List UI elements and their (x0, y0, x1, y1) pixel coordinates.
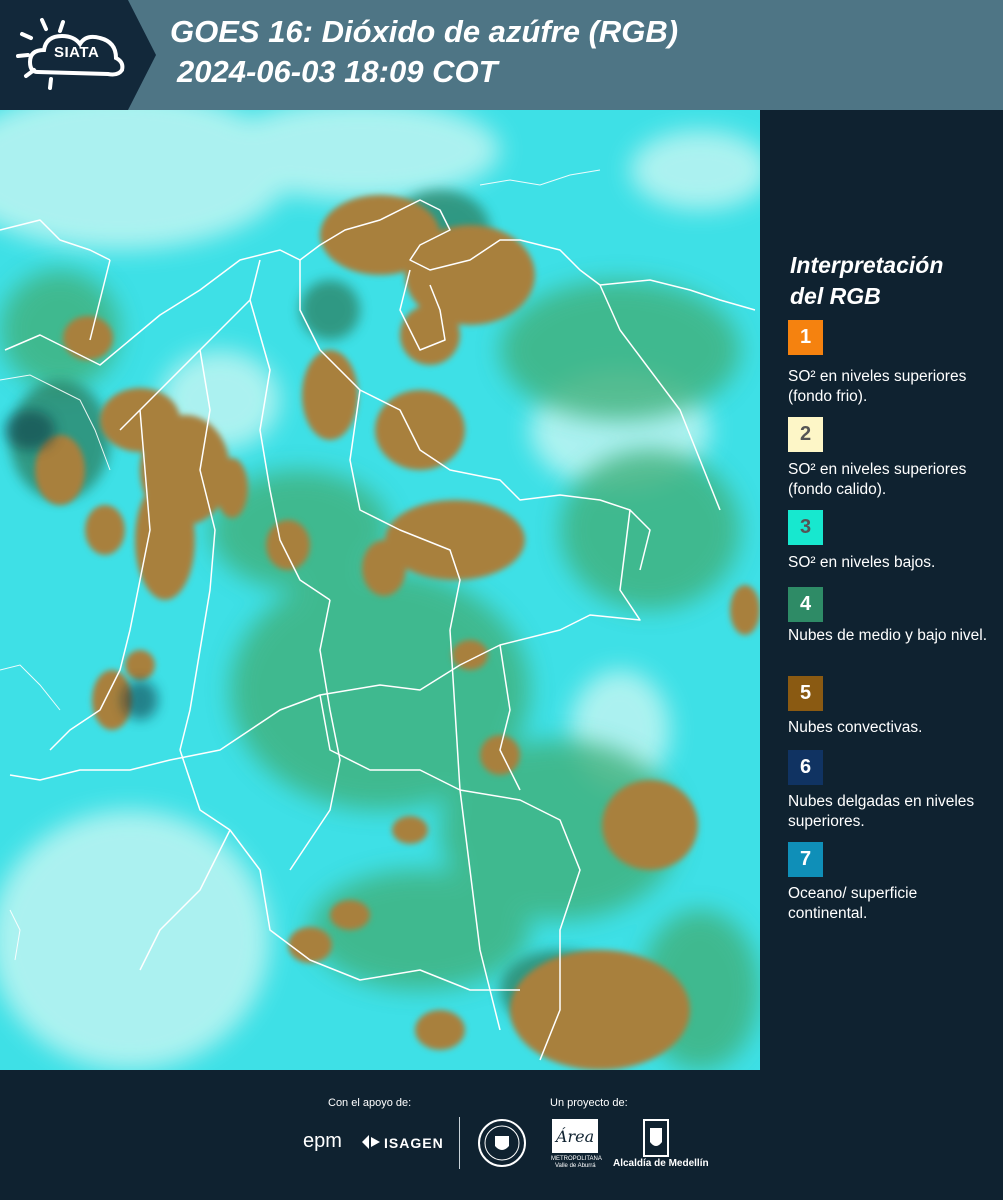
legend-label-6: Nubes delgadas en niveles superiores. (788, 793, 975, 830)
legend-panel: Interpretación del RGB 1 SO² en niveles s… (762, 110, 1003, 1070)
legend-label-1: SO² en niveles superiores (fondo frio). (788, 368, 967, 405)
legend-label-5: Nubes convectivas. (788, 719, 923, 736)
legend-title-line2: del RGB (790, 283, 881, 309)
satellite-image (0, 110, 760, 1070)
alcaldia-label: Alcaldía de Medellín (613, 1158, 709, 1169)
legend-title: Interpretación del RGB (790, 250, 990, 312)
header: SIATA GOES 16: Dióxido de azúfre (RGB) 2… (0, 0, 1003, 110)
legend-label-2: SO² en niveles superiores (fondo calido)… (788, 461, 967, 498)
epm-logo: epm (303, 1130, 342, 1152)
isagen-logo: ISAGEN (384, 1135, 444, 1151)
legend-swatch-2: 2 (788, 417, 823, 452)
svg-text:Área: Área (554, 1126, 594, 1146)
legend-label-3: SO² en niveles bajos. (788, 554, 936, 571)
area-metropolitana-line2: METROPOLITANA (551, 1156, 602, 1162)
legend-swatch-1: 1 (788, 320, 823, 355)
legend-title-line1: Interpretación (790, 252, 944, 278)
legend-label-7: Oceano/ superficie continental. (788, 885, 918, 922)
footer: Con el apoyo de: Un proyecto de: epm ISA… (0, 1070, 1003, 1200)
logo-text: SIATA (54, 44, 100, 61)
footer-divider (459, 1117, 460, 1169)
page-timestamp: 2024-06-03 18:09 COT (177, 54, 498, 89)
support-label: Con el apoyo de: (328, 1097, 412, 1109)
project-label: Un proyecto de: (550, 1097, 628, 1109)
satellite-map (0, 110, 760, 1070)
legend-swatch-6: 6 (788, 750, 823, 785)
legend-swatch-3: 3 (788, 510, 823, 545)
page-title: GOES 16: Dióxido de azúfre (RGB) (170, 14, 679, 49)
medellin-seal-icon (478, 1119, 526, 1167)
legend-swatch-5: 5 (788, 676, 823, 711)
area-metropolitana-line3: Valle de Aburrá (555, 1163, 596, 1169)
legend-swatch-4: 4 (788, 587, 823, 622)
isagen-icon (362, 1135, 380, 1149)
legend-swatch-7: 7 (788, 842, 823, 877)
area-metropolitana-icon: Área (552, 1119, 598, 1153)
alcaldia-shield-icon (643, 1119, 669, 1157)
legend-label-4: Nubes de medio y bajo nivel. (788, 627, 988, 644)
